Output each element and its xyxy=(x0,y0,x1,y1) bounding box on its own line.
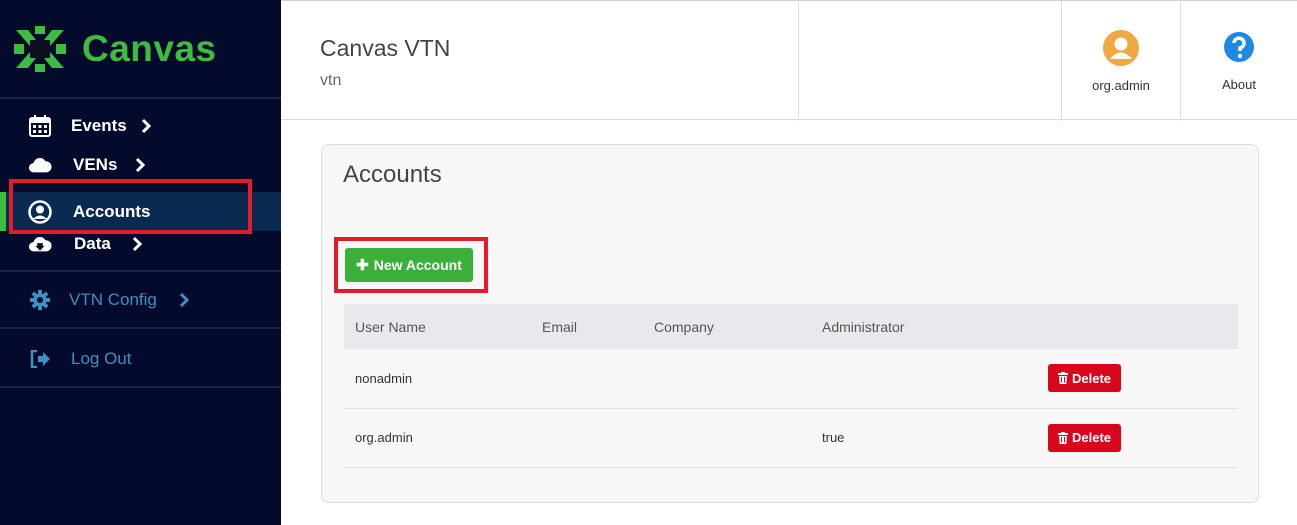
about-label: About xyxy=(1222,76,1256,92)
cell-administrator xyxy=(811,349,1037,408)
sidebar-item-label: VENs xyxy=(73,154,118,174)
chevron-right-icon xyxy=(141,118,152,133)
column-header-email[interactable]: Email xyxy=(531,304,643,349)
cell-actions: Delete xyxy=(1037,349,1238,408)
chevron-right-icon xyxy=(132,236,143,251)
chevron-right-icon xyxy=(135,157,146,172)
sidebar-item-events[interactable]: Events xyxy=(0,106,281,145)
gear-icon xyxy=(28,288,52,312)
table-row: org.admin true Delete xyxy=(344,408,1238,467)
delete-label: Delete xyxy=(1071,370,1112,386)
highlight-box-new-account xyxy=(334,237,488,293)
cloud-icon xyxy=(28,153,52,177)
cell-actions: Delete xyxy=(1037,408,1238,467)
highlight-box-accounts xyxy=(9,179,252,234)
trash-icon xyxy=(1057,372,1068,385)
user-name-label: org.admin xyxy=(1092,77,1150,93)
sidebar-item-log-out[interactable]: Log Out xyxy=(0,339,281,378)
header: Canvas VTN vtn org.admin About xyxy=(281,0,1297,121)
sidebar-divider xyxy=(0,270,281,272)
page-subtitle: vtn xyxy=(320,72,342,89)
sign-out-icon xyxy=(28,347,52,371)
cell-administrator: true xyxy=(822,430,845,445)
sidebar-divider xyxy=(0,97,281,99)
brand-name: Canvas xyxy=(82,28,217,69)
sidebar: Canvas Events VENs Accounts Data VTN Con… xyxy=(0,0,281,525)
delete-button[interactable]: Delete xyxy=(1048,364,1121,393)
cloud-download-icon xyxy=(28,232,52,256)
sidebar-item-vtn-config[interactable]: VTN Config xyxy=(0,280,281,319)
about-button[interactable]: About xyxy=(1181,1,1297,121)
sidebar-item-label: Log Out xyxy=(71,348,132,368)
trash-icon xyxy=(1057,431,1068,444)
table-row: nonadmin Delete xyxy=(344,349,1238,408)
column-header-actions xyxy=(1037,304,1238,349)
page-title: Canvas VTN xyxy=(320,35,451,61)
section-title: Accounts xyxy=(343,161,442,188)
brand[interactable]: Canvas xyxy=(14,26,217,72)
table-header-row: User Name Email Company Administrator xyxy=(344,304,1238,349)
column-header-company[interactable]: Company xyxy=(643,304,811,349)
cell-email xyxy=(531,408,643,467)
column-header-administrator[interactable]: Administrator xyxy=(811,304,1037,349)
accounts-card: Accounts ✚ New Account User Name Email C… xyxy=(321,144,1259,503)
avatar-icon xyxy=(1103,29,1139,66)
cell-company xyxy=(643,408,811,467)
delete-button[interactable]: Delete xyxy=(1048,423,1121,452)
sidebar-item-label: VTN Config xyxy=(69,289,157,309)
column-header-user-name[interactable]: User Name xyxy=(344,304,531,349)
canvas-logo-icon xyxy=(14,26,66,72)
user-menu-button[interactable]: org.admin xyxy=(1062,1,1180,121)
header-divider xyxy=(798,1,799,121)
help-icon xyxy=(1224,31,1254,62)
sidebar-divider xyxy=(0,327,281,329)
calendar-icon xyxy=(28,114,52,138)
delete-label: Delete xyxy=(1071,430,1112,445)
chevron-right-icon xyxy=(179,292,190,307)
cell-company xyxy=(643,349,811,408)
cell-user-name: nonadmin xyxy=(355,370,413,386)
cell-user-name: org.admin xyxy=(355,430,413,445)
accounts-table: User Name Email Company Administrator no… xyxy=(344,304,1238,468)
sidebar-item-label: Data xyxy=(74,233,111,253)
sidebar-item-label: Events xyxy=(71,115,127,135)
sidebar-divider xyxy=(0,386,281,388)
cell-email xyxy=(531,349,643,408)
